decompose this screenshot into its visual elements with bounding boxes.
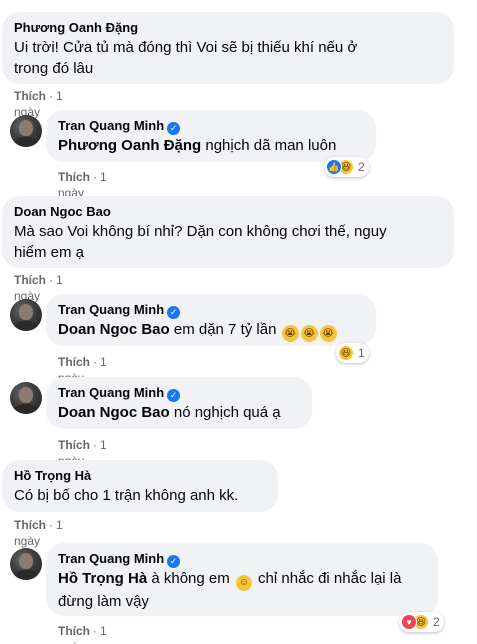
comment-author[interactable]: Tran Quang Minh — [58, 384, 164, 401]
avatar[interactable] — [10, 299, 42, 331]
love-reaction-icon: ♥ — [401, 614, 417, 630]
avatar[interactable] — [10, 548, 42, 580]
verified-badge-icon: ✓ — [167, 389, 181, 402]
comment-text-line-2: trong đó lâu — [14, 60, 94, 77]
comment-bubble: Tran Quang Minh ✓ Doan Ngoc Bao em dặn 7 … — [46, 294, 376, 346]
like-link[interactable]: Thích — [14, 89, 46, 103]
avatar[interactable] — [10, 382, 42, 414]
comment-bubble: Hồ Trọng Hà Có bị bố cho 1 trận không an… — [2, 460, 278, 512]
separator-dot: · — [93, 170, 97, 184]
like-link[interactable]: Thích — [58, 624, 90, 638]
comment-bubble: Tran Quang Minh ✓ Doan Ngoc Bao nó nghịch… — [46, 377, 312, 429]
comment-text: Phương Oanh Đặng nghịch dã man luôn — [58, 135, 364, 156]
separator-dot: · — [93, 438, 97, 452]
comment-author[interactable]: Phương Oanh Đặng — [14, 19, 138, 36]
mention-link[interactable]: Doan Ngoc Bao — [58, 321, 170, 338]
comment-text-body: em dặn 7 tỷ lần — [169, 321, 281, 338]
smile-emoji-icon: ☺ — [235, 575, 252, 591]
comment-author[interactable]: Doan Ngoc Bao — [14, 203, 111, 220]
reaction-count: 1 — [358, 346, 365, 360]
comment-bubble: Tran Quang Minh ✓ Phương Oanh Đặng nghịch… — [46, 110, 376, 162]
reaction-summary[interactable]: ♥ 😆 2 — [399, 612, 444, 632]
comment-text-line-1: Mà sao Voi không bí nhỉ? Dặn con không c… — [14, 223, 387, 240]
comment-text-body-1: à không em — [147, 570, 234, 587]
comment-author[interactable]: Tran Quang Minh — [58, 301, 164, 318]
comment-text-body-2: chỉ nhắc đi nhắc lại là — [253, 570, 402, 587]
comment-bubble: Phương Oanh Đặng Ui trời! Cửa tủ mà đóng… — [2, 12, 454, 84]
crying-emoji-icon: 😭 — [300, 325, 318, 342]
separator-dot: · — [49, 273, 53, 287]
like-link[interactable]: Thích — [14, 273, 46, 287]
comment-author[interactable]: Tran Quang Minh — [58, 550, 164, 567]
separator-dot: · — [49, 89, 53, 103]
crying-emoji-icon: 😭 — [281, 325, 299, 342]
mention-link[interactable]: Hồ Trọng Hà — [58, 570, 147, 587]
like-link[interactable]: Thích — [58, 355, 90, 369]
comment-author[interactable]: Tran Quang Minh — [58, 117, 164, 134]
like-link[interactable]: Thích — [58, 170, 90, 184]
comment-actions: Thích·1 ngày — [58, 623, 107, 644]
verified-badge-icon: ✓ — [167, 306, 181, 319]
haha-reaction-icon: 😆 — [338, 345, 354, 361]
avatar[interactable] — [10, 115, 42, 147]
comment-text-body: nó nghịch quá ạ — [169, 404, 281, 421]
comment-text-line-1: Có bị bố cho 1 trận không anh kk. — [14, 487, 239, 504]
comment-bubble: Tran Quang Minh ✓ Hồ Trọng Hà à không em … — [46, 543, 438, 616]
comment-text-line-2: hiểm em ạ — [14, 244, 85, 261]
reaction-count: 2 — [433, 615, 440, 629]
reaction-summary[interactable]: 😆 1 — [336, 343, 369, 363]
comment-text: Doan Ngoc Bao em dặn 7 tỷ lần 😭 😭 😭 — [58, 319, 364, 342]
mention-link[interactable]: Doan Ngoc Bao — [58, 404, 170, 421]
like-link[interactable]: Thích — [58, 438, 90, 452]
verified-badge-icon: ✓ — [167, 555, 181, 568]
reaction-summary[interactable]: 👍 😆 2 — [324, 157, 369, 177]
like-reaction-icon: 👍 — [326, 159, 342, 175]
like-link[interactable]: Thích — [14, 518, 46, 532]
comment-text: Doan Ngoc Bao nó nghịch quá ạ — [58, 402, 300, 423]
comment-author[interactable]: Hồ Trọng Hà — [14, 467, 91, 484]
crying-emoji-icon: 😭 — [319, 325, 337, 342]
separator-dot: · — [49, 518, 53, 532]
mention-link[interactable]: Phương Oanh Đặng — [58, 137, 201, 154]
comment-text-line-1: Ui trời! Cửa tủ mà đóng thì Voi sẽ bị th… — [14, 39, 358, 56]
comment-text-line-1: Hồ Trọng Hà à không em ☺ chỉ nhắc đi nhắ… — [58, 568, 426, 591]
separator-dot: · — [93, 355, 97, 369]
comment-text-line-2: đừng làm vậy — [58, 593, 149, 610]
separator-dot: · — [93, 624, 97, 638]
comment-bubble: Doan Ngoc Bao Mà sao Voi không bí nhỉ? D… — [2, 196, 454, 268]
comment-text-body: nghịch dã man luôn — [201, 137, 337, 154]
verified-badge-icon: ✓ — [167, 122, 181, 135]
reaction-count: 2 — [358, 160, 365, 174]
